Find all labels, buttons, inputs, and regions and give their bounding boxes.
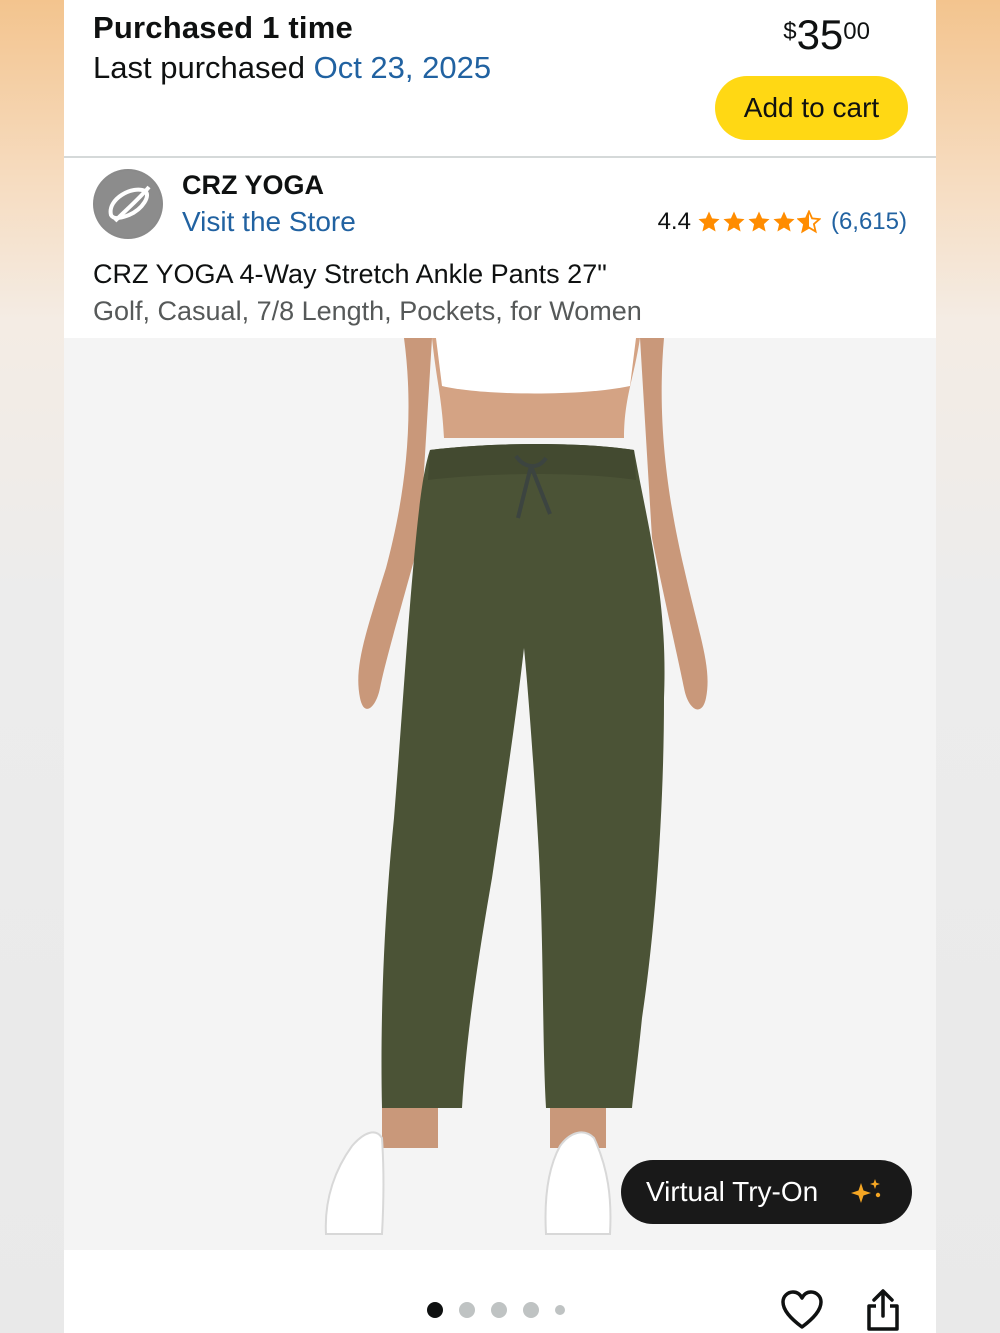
rating[interactable]: 4.4 (6,615) [658,208,907,236]
rating-value: 4.4 [657,208,691,235]
brand-name: CRZ YOGA [182,170,325,200]
virtual-try-on-label: Virtual Try-On [646,1176,819,1207]
star-icon [698,211,720,232]
divider [64,156,936,158]
rating-count[interactable]: (6,615) [831,208,907,236]
carousel-dot[interactable] [555,1305,565,1315]
product-card: Purchased 1 time Last purchased Oct 23, … [64,0,936,1333]
price-symbol: $ [783,18,797,45]
visit-store-link[interactable]: Visit the Store [182,206,356,238]
half-star-icon [796,210,821,234]
carousel-dot[interactable] [427,1302,443,1318]
product-subtitle: Golf, Casual, 7/8 Length, Pockets, for W… [93,296,642,326]
carousel-dot[interactable] [491,1302,507,1318]
carousel-dot[interactable] [459,1302,475,1318]
star-rating [697,210,821,234]
carousel-dot[interactable] [523,1302,539,1318]
purchase-count: Purchased 1 time [93,10,353,45]
price: $ 35 00 [783,14,870,56]
last-purchased-label: Last purchased [93,50,314,85]
star-icon [748,211,770,232]
star-icon [723,211,745,232]
product-photo [64,338,936,1250]
last-purchased-line: Last purchased Oct 23, 2025 [93,50,491,86]
price-whole: 35 [796,11,844,58]
product-image[interactable]: Virtual Try-On [64,338,936,1250]
sparkle-icon [851,1179,881,1203]
last-purchased-date[interactable]: Oct 23, 2025 [314,50,492,85]
star-icon [773,211,795,232]
heart-icon[interactable] [780,1290,824,1330]
price-fraction: 00 [843,18,870,45]
product-title: CRZ YOGA 4-Way Stretch Ankle Pants 27" [93,259,607,289]
crz-yoga-logo[interactable] [93,169,163,239]
virtual-try-on-button[interactable]: Virtual Try-On [621,1160,912,1224]
share-icon[interactable] [864,1288,902,1332]
add-to-cart-button[interactable]: Add to cart [715,76,908,140]
image-carousel-dots[interactable] [427,1302,565,1318]
